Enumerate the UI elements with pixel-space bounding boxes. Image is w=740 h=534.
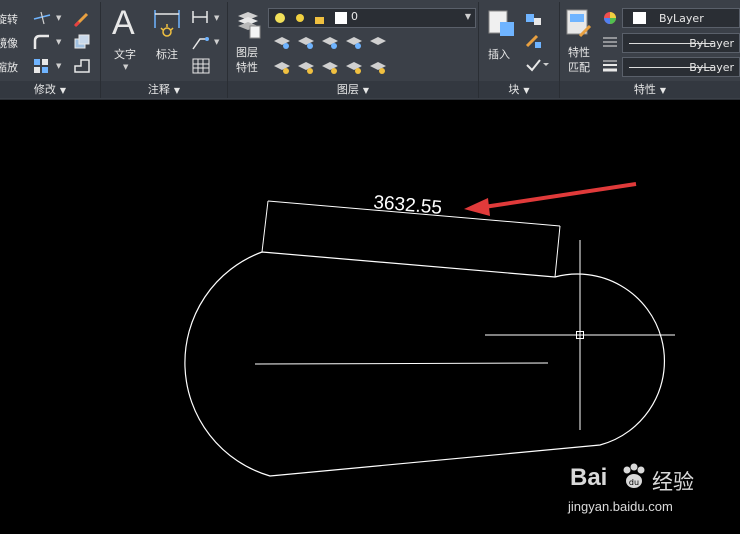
- modify-panel-label: 修改: [33, 83, 56, 96]
- color-value: ByLayer: [659, 12, 704, 25]
- panel-expand-icon: ▼: [173, 86, 181, 95]
- fillet-icon[interactable]: [32, 33, 52, 51]
- edit-block-icon[interactable]: [524, 33, 544, 49]
- mirror-button[interactable]: 镜像: [0, 35, 18, 51]
- linetype-value: ByLayer: [689, 37, 734, 50]
- layer-dropdown[interactable]: 0 ▼: [268, 8, 476, 28]
- baidu-watermark: Bai du 经验 jingyan.baidu.com: [568, 462, 740, 534]
- erase-icon[interactable]: [72, 10, 92, 28]
- table-icon[interactable]: [192, 58, 210, 74]
- text-button-label[interactable]: 文字: [114, 46, 136, 62]
- block-panel-title[interactable]: 块 ▼: [479, 81, 559, 98]
- annotation-panel-label: 注释: [147, 83, 170, 96]
- center-line: [254, 362, 549, 365]
- array-dropdown-icon[interactable]: ▼: [56, 62, 61, 70]
- text-dropdown-icon[interactable]: ▼: [123, 63, 128, 71]
- linetype-icon: [603, 37, 617, 47]
- baidu-brand-cn: 经验: [652, 470, 694, 494]
- layer-properties-label[interactable]: 图层 特性: [236, 45, 258, 75]
- watermark-url: jingyan.baidu.com: [568, 499, 673, 514]
- layer-tools-row2-icons[interactable]: [272, 58, 392, 76]
- linear-dim-icon[interactable]: [190, 9, 210, 25]
- insert-block-icon[interactable]: [486, 8, 516, 38]
- layers-panel-title[interactable]: 图层 ▼: [228, 81, 478, 98]
- lineweight-dropdown[interactable]: ByLayer: [622, 57, 740, 77]
- crosshair-cursor: [485, 240, 675, 430]
- scale-button[interactable]: 缩放: [0, 59, 18, 75]
- dimension-extension-line-left: [261, 200, 269, 253]
- panel-expand-icon: ▼: [523, 86, 530, 95]
- chevron-down-icon: ▼: [464, 12, 471, 21]
- paw-logo-icon: du: [623, 463, 645, 488]
- array-icon[interactable]: [32, 57, 52, 75]
- layers-panel-label: 图层: [336, 83, 359, 96]
- text-icon[interactable]: A: [112, 4, 135, 43]
- properties-panel-label: 特性: [633, 83, 656, 96]
- dimension-icon[interactable]: [152, 6, 182, 42]
- ribbon-toolbar: 旋转 镜像 缩放 ▼ ▼ ▼ 修改 ▼ A 文字 ▼ 标注 ▼ ▼ 注释 ▼ 图层 …: [0, 0, 740, 100]
- lineweight-icon: [603, 60, 617, 72]
- lineweight-value: ByLayer: [689, 61, 734, 74]
- svg-text:du: du: [629, 478, 639, 487]
- leader-dropdown-icon[interactable]: ▼: [214, 38, 219, 46]
- panel-expand-icon: ▼: [659, 86, 667, 95]
- create-block-icon[interactable]: [524, 10, 544, 26]
- annotation-panel-title[interactable]: 注释 ▼: [101, 81, 227, 98]
- dimension-extension-line-right: [554, 225, 561, 278]
- rotate-button[interactable]: 旋转: [0, 11, 18, 27]
- annotation-arrow: [483, 182, 637, 209]
- match-properties-label[interactable]: 特性 匹配: [568, 45, 590, 75]
- layer-tools-row1-icons[interactable]: [272, 33, 392, 51]
- properties-panel-title[interactable]: 特性 ▼: [560, 81, 740, 98]
- modify-panel-title[interactable]: 修改 ▼: [0, 81, 100, 98]
- current-layer-name: 0: [351, 10, 358, 23]
- panel-expand-icon: ▼: [59, 86, 67, 95]
- layer-properties-icon[interactable]: [234, 8, 264, 40]
- block-panel-label: 块: [508, 83, 520, 96]
- trim-icon[interactable]: [32, 10, 52, 26]
- insert-label[interactable]: 插入: [488, 46, 510, 62]
- trim-dropdown-icon[interactable]: ▼: [56, 14, 61, 22]
- panel-expand-icon: ▼: [362, 86, 370, 95]
- block-attributes-icon[interactable]: [524, 57, 550, 73]
- color-wheel-icon: [604, 12, 616, 24]
- dimension-button-label[interactable]: 标注: [156, 46, 178, 62]
- color-dropdown[interactable]: ByLayer: [622, 8, 740, 28]
- match-properties-icon[interactable]: [564, 8, 594, 40]
- leader-icon[interactable]: [190, 33, 210, 51]
- dimension-text: 3632.55: [373, 192, 443, 219]
- stretch-icon[interactable]: [72, 57, 92, 75]
- copy-icon[interactable]: [72, 33, 92, 51]
- linetype-dropdown[interactable]: ByLayer: [622, 33, 740, 53]
- layer-state-icons: [275, 12, 347, 24]
- annotation-arrowhead: [464, 198, 490, 216]
- fillet-dropdown-icon[interactable]: ▼: [56, 38, 61, 46]
- linear-dim-dropdown-icon[interactable]: ▼: [214, 14, 219, 22]
- color-swatch: [633, 12, 646, 24]
- baidu-brand: Bai: [570, 464, 608, 491]
